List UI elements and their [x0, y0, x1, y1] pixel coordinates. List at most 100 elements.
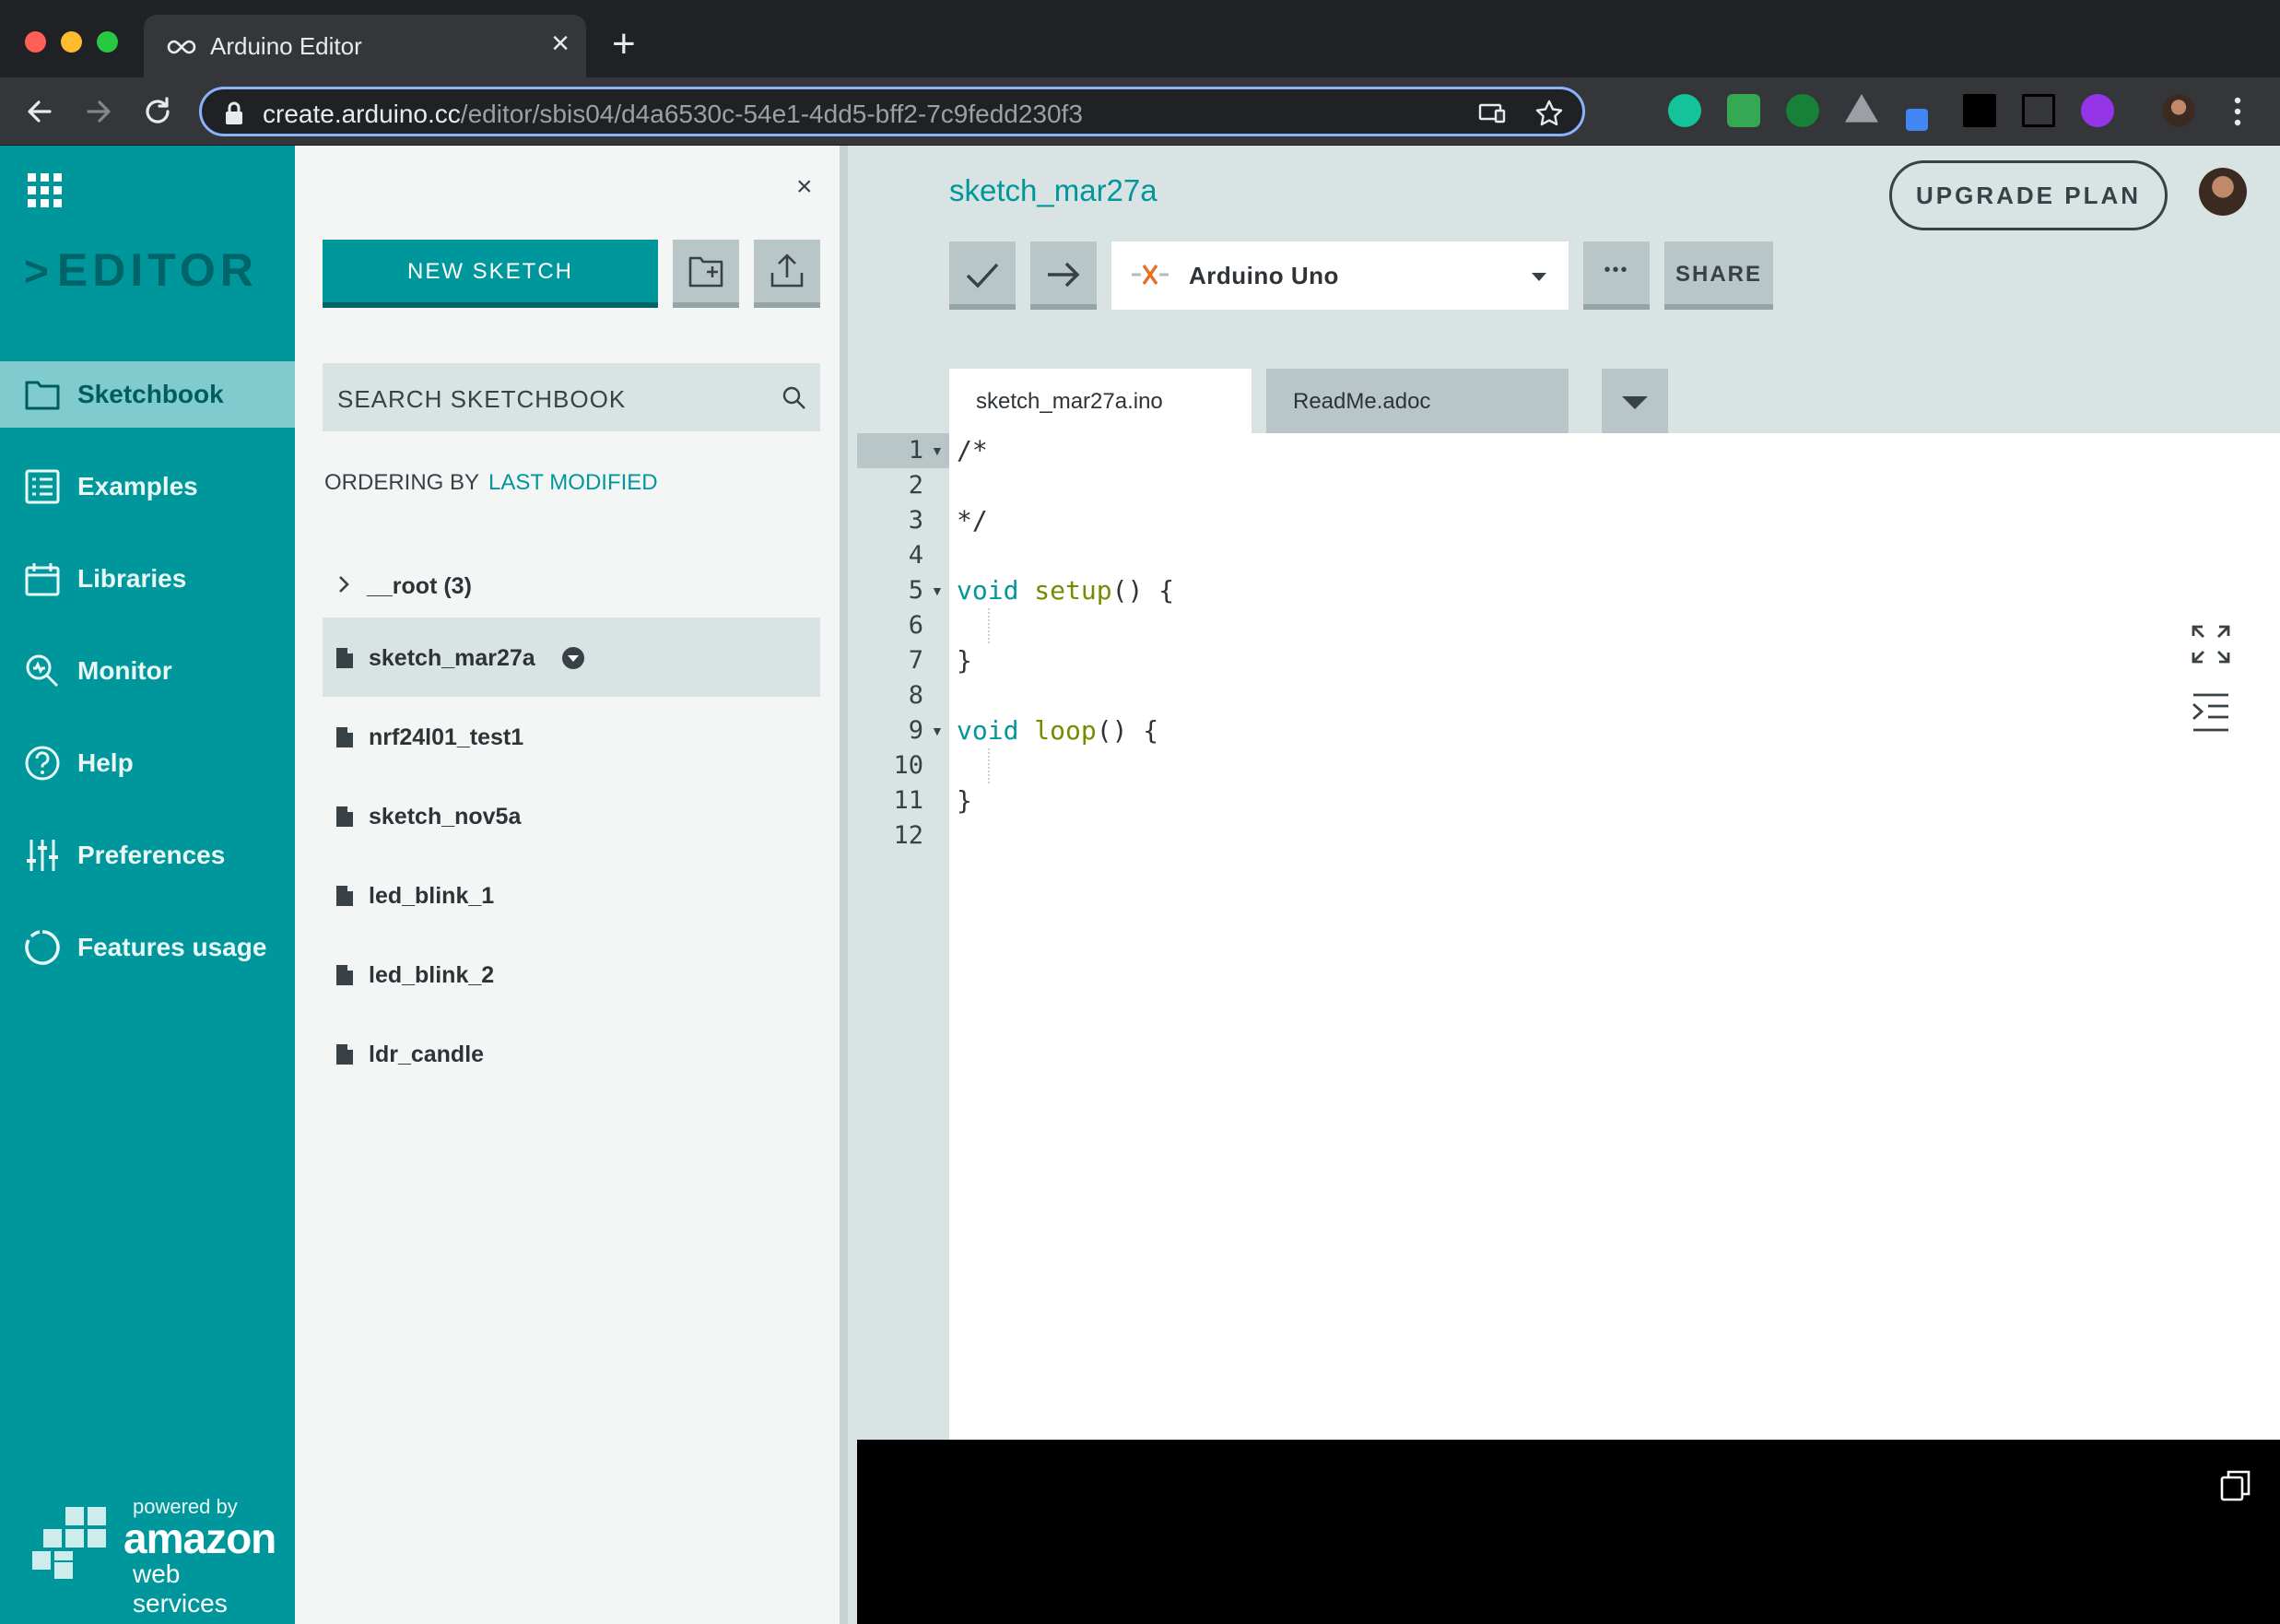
- copy-icon[interactable]: [2219, 1469, 2252, 1502]
- window-minimize-button[interactable]: [61, 31, 82, 53]
- sketch-item-led-blink-1[interactable]: led_blink_1: [323, 855, 820, 935]
- search-placeholder: SEARCH SKETCHBOOK: [337, 385, 627, 413]
- aws-cubes-icon: [31, 1505, 108, 1581]
- chevron-right-icon: [339, 576, 349, 593]
- file-icon: [336, 727, 353, 747]
- root-folder-item[interactable]: __root (3): [323, 559, 820, 614]
- sidebar-item-libraries[interactable]: Libraries: [0, 546, 295, 612]
- board-selector[interactable]: Arduino Uno: [1111, 241, 1569, 310]
- browser-tab[interactable]: Arduino Editor ×: [144, 15, 586, 77]
- chevron-down-icon: [1532, 273, 1546, 281]
- sidebar-item-label: Libraries: [77, 564, 187, 593]
- line-number: 4: [908, 541, 923, 570]
- browser-tab-title: Arduino Editor: [210, 32, 362, 60]
- main-sidebar: >EDITOR Sketchbook Examples Libraries Mo…: [0, 146, 306, 1624]
- code-line-7: }: [957, 645, 972, 676]
- new-sketch-button[interactable]: NEW SKETCH: [323, 240, 658, 308]
- close-icon[interactable]: ×: [796, 173, 813, 201]
- new-folder-icon: [688, 256, 723, 288]
- tabs-dropdown-button[interactable]: [1602, 369, 1668, 433]
- apps-grid-icon[interactable]: [28, 173, 63, 208]
- line-number: 10: [893, 751, 923, 780]
- search-icon[interactable]: [782, 385, 807, 411]
- board-disconnected-icon: [1132, 265, 1169, 285]
- avatar[interactable]: [2199, 168, 2247, 216]
- code-line-9: void loop() {: [957, 715, 1159, 746]
- fold-arrow-icon[interactable]: ▼: [931, 713, 944, 748]
- verify-button[interactable]: [949, 241, 1016, 310]
- fullscreen-icon[interactable]: [2190, 623, 2232, 665]
- arduino-editor-app: >EDITOR Sketchbook Examples Libraries Mo…: [0, 146, 2280, 1624]
- sidebar-item-preferences[interactable]: Preferences: [0, 822, 295, 888]
- sidebar-item-features-usage[interactable]: Features usage: [0, 914, 295, 981]
- window-close-button[interactable]: [25, 31, 46, 53]
- medium-m-icon[interactable]: [2022, 94, 2055, 127]
- share-button[interactable]: SHARE: [1664, 241, 1773, 310]
- tab-readme[interactable]: ReadMe.adoc: [1266, 369, 1569, 433]
- more-options-button[interactable]: •••: [1583, 241, 1650, 310]
- fold-arrow-icon[interactable]: ▼: [931, 433, 944, 468]
- sidebar-item-monitor[interactable]: Monitor: [0, 638, 295, 704]
- new-folder-button[interactable]: [673, 240, 739, 308]
- code-line-11: }: [957, 785, 972, 816]
- address-bar[interactable]: create.arduino.cc/editor/sbis04/d4a6530c…: [199, 87, 1585, 136]
- line-number: 12: [893, 821, 923, 850]
- code-line-5: void setup() {: [957, 575, 1175, 606]
- cast-icon[interactable]: [1477, 99, 1507, 128]
- color-picker-extension-icon[interactable]: [1906, 109, 1928, 131]
- tab-sketch-ino[interactable]: sketch_mar27a.ino: [949, 369, 1252, 433]
- search-sketchbook-input[interactable]: SEARCH SKETCHBOOK: [323, 363, 820, 431]
- sidebar-item-examples[interactable]: Examples: [0, 453, 295, 520]
- code-line-1: /*: [957, 435, 988, 465]
- help-icon: [25, 746, 60, 781]
- ordering-label: ORDERING BY: [324, 470, 480, 495]
- sketch-item-nrf24l01-test1[interactable]: nrf24l01_test1: [323, 697, 820, 776]
- sidebar-item-label: Features usage: [77, 933, 267, 961]
- grammarly-extension-icon[interactable]: [1668, 94, 1701, 127]
- tab-close-icon[interactable]: ×: [551, 28, 570, 59]
- sidebar-item-help[interactable]: Help: [0, 730, 295, 796]
- profile-avatar[interactable]: [2162, 94, 2195, 127]
- chevron-down-circle-icon[interactable]: [562, 647, 584, 669]
- tab-label: sketch_mar27a.ino: [976, 389, 1163, 414]
- sketch-item-ldr-candle[interactable]: ldr_candle: [323, 1014, 820, 1093]
- upgrade-plan-button[interactable]: UPGRADE PLAN: [1889, 160, 2168, 230]
- import-sketch-button[interactable]: [754, 240, 820, 308]
- code-line-3: */: [957, 505, 988, 535]
- upload-button[interactable]: [1030, 241, 1097, 310]
- folder-icon: [25, 381, 60, 410]
- output-console: [857, 1440, 2280, 1624]
- purple-extension-icon[interactable]: [2081, 94, 2114, 127]
- checkmark-icon: [966, 263, 999, 288]
- browser-menu-icon[interactable]: [2228, 96, 2247, 127]
- back-arrow-icon[interactable]: [22, 94, 57, 129]
- file-icon: [336, 648, 353, 668]
- aws-logo: powered by amazon web services: [31, 1493, 276, 1618]
- sketch-item-sketch-mar27a[interactable]: sketch_mar27a: [323, 618, 820, 697]
- translate-extension-icon[interactable]: [1786, 94, 1819, 127]
- reload-icon[interactable]: [140, 94, 175, 129]
- sketch-title[interactable]: sketch_mar27a: [949, 173, 1158, 208]
- bookmark-star-icon[interactable]: [1534, 99, 1564, 128]
- sliders-icon: [27, 840, 58, 871]
- new-tab-button[interactable]: +: [612, 24, 636, 65]
- sketch-item-led-blink-2[interactable]: led_blink_2: [323, 935, 820, 1014]
- library-icon: [25, 563, 60, 596]
- mail-extension-icon[interactable]: [1727, 94, 1760, 127]
- line-number: 9: [908, 716, 923, 745]
- window-zoom-button[interactable]: [97, 31, 118, 53]
- lock-icon[interactable]: [224, 101, 244, 125]
- ordering-by: ORDERING BY LAST MODIFIED: [324, 470, 658, 496]
- line-number: 1: [908, 436, 923, 465]
- fold-arrow-icon[interactable]: ▼: [931, 573, 944, 608]
- sketch-item-sketch-nov5a[interactable]: sketch_nov5a: [323, 776, 820, 855]
- ordering-value-link[interactable]: LAST MODIFIED: [488, 470, 658, 495]
- indent-icon[interactable]: [2190, 691, 2232, 734]
- sketch-item-label: led_blink_1: [369, 883, 495, 909]
- code-editor[interactable]: /* */ void setup() { } void loop() { }: [949, 433, 2280, 1493]
- indent-guide: [988, 608, 990, 643]
- forward-arrow-icon[interactable]: [81, 94, 116, 129]
- line-number: 3: [908, 506, 923, 535]
- sidebar-item-sketchbook[interactable]: Sketchbook: [0, 361, 306, 428]
- medium-extension-icon[interactable]: [1963, 94, 1996, 127]
